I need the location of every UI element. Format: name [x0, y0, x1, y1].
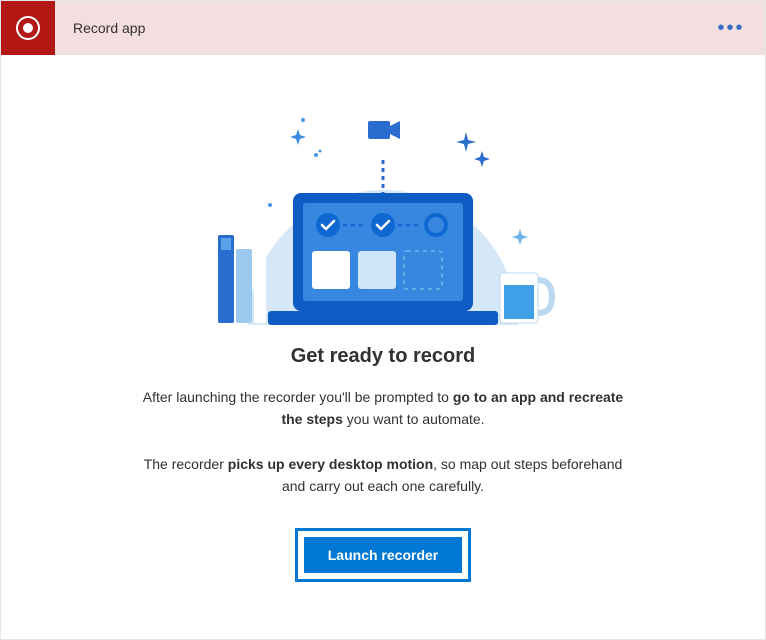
- description-paragraph-2: The recorder picks up every desktop moti…: [133, 453, 633, 498]
- launch-recorder-button[interactable]: Launch recorder: [304, 537, 462, 573]
- record-app-icon: [1, 1, 55, 55]
- content-heading: Get ready to record: [291, 345, 476, 368]
- dialog-content: Get ready to record After launching the …: [1, 55, 765, 639]
- button-highlight: Launch recorder: [295, 528, 471, 582]
- dialog-container: Record app •••: [0, 0, 766, 640]
- dialog-header: Record app •••: [1, 1, 765, 55]
- content-description: After launching the recorder you'll be p…: [133, 386, 633, 520]
- dialog-title: Record app: [73, 20, 711, 36]
- description-paragraph-1: After launching the recorder you'll be p…: [133, 386, 633, 431]
- more-options-button[interactable]: •••: [711, 8, 751, 48]
- illustration: [208, 85, 558, 325]
